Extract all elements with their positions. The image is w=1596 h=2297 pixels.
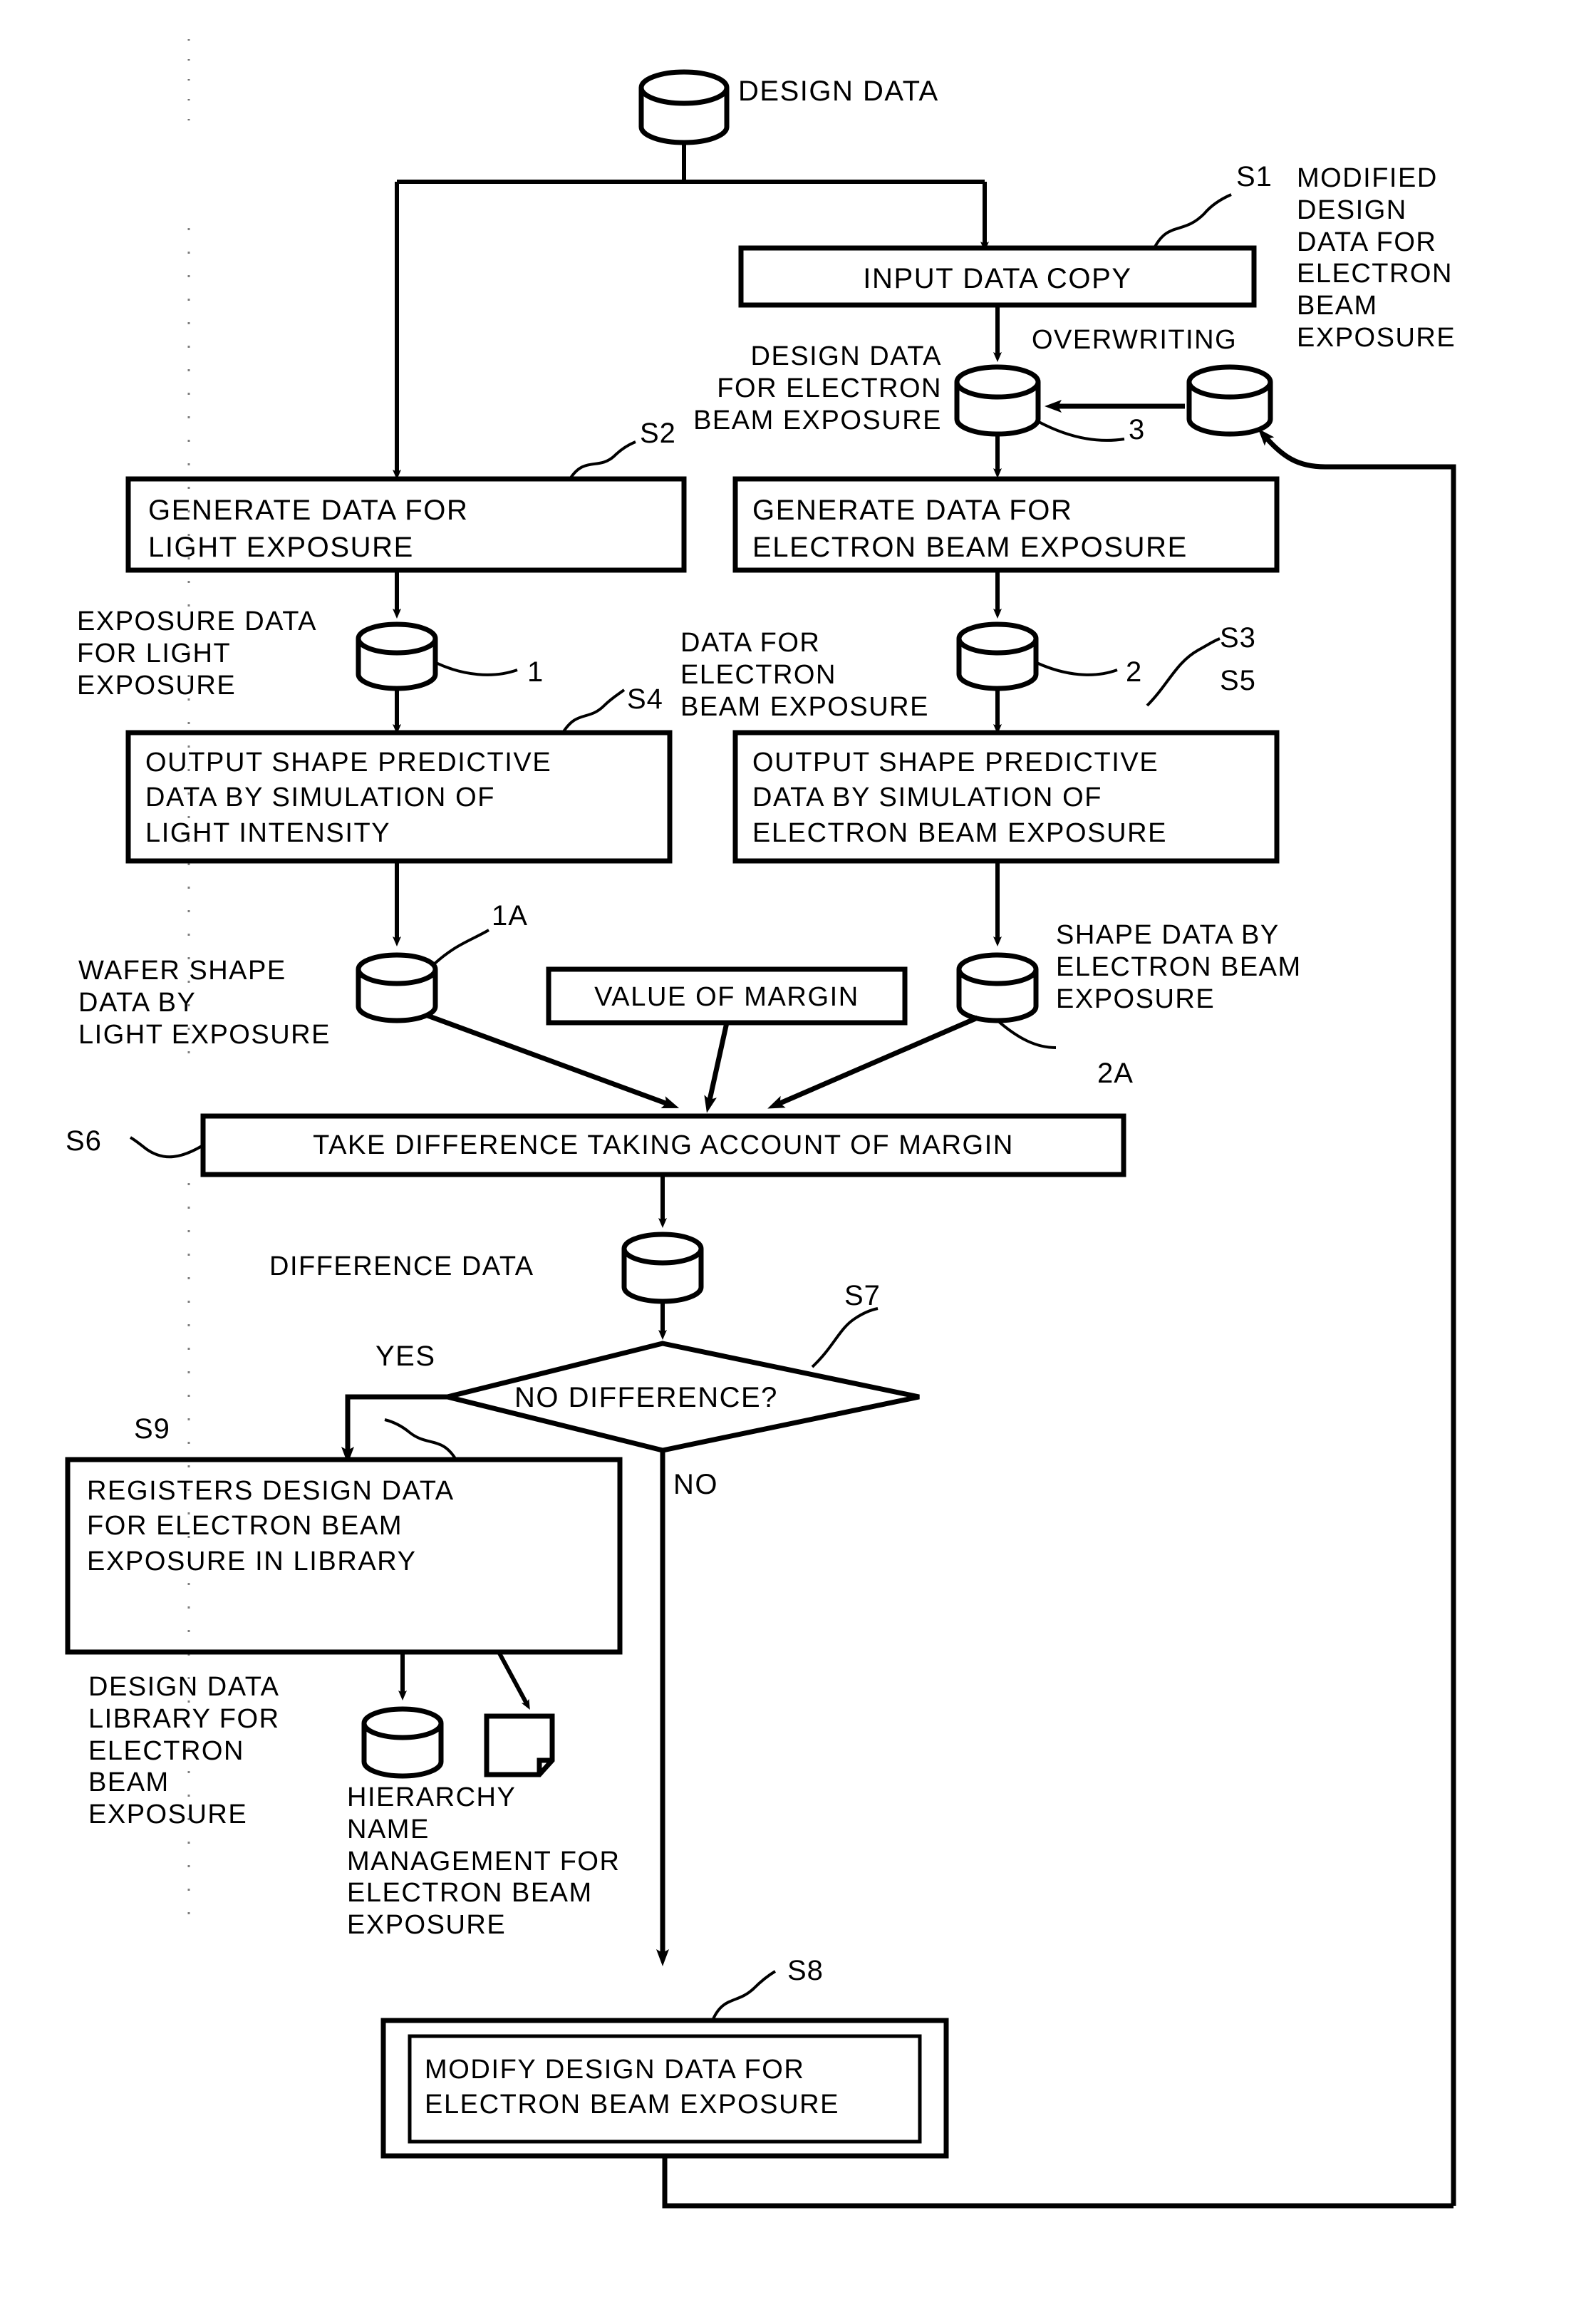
branch-label-no: NO — [673, 1469, 718, 1500]
item-ref-1: 1 — [527, 656, 544, 688]
design-data-eb-cylinder — [954, 364, 1041, 437]
step-ref-s2: S2 — [640, 418, 676, 449]
branch-label-yes: YES — [375, 1341, 436, 1372]
modified-design-data-cylinder — [1186, 364, 1273, 437]
step-ref-s3: S3 — [1220, 622, 1256, 654]
difference-data-label: DIFFERENCE DATA — [269, 1251, 534, 1281]
wafer-shape-light-cylinder — [356, 952, 438, 1023]
registers-design-data-label: REGISTERS DESIGN DATA FOR ELECTRON BEAM … — [87, 1476, 455, 1576]
value-of-margin-label: VALUE OF MARGIN — [594, 982, 859, 1012]
modify-design-data-label: MODIFY DESIGN DATA FOR ELECTRON BEAM EXP… — [425, 2055, 840, 2120]
wafer-shape-light-label: WAFER SHAPE DATA BY LIGHT EXPOSURE — [78, 956, 331, 1050]
difference-data-cylinder — [621, 1232, 704, 1304]
design-data-library-label: DESIGN DATA LIBRARY FOR ELECTRON BEAM EX… — [88, 1672, 280, 1830]
modified-design-data-label: MODIFIED DESIGN DATA FOR ELECTRON BEAM E… — [1297, 163, 1456, 353]
take-difference-label: TAKE DIFFERENCE TAKING ACCOUNT OF MARGIN — [313, 1130, 1014, 1160]
item-ref-1a: 1A — [492, 900, 528, 931]
step-ref-s7: S7 — [844, 1280, 881, 1311]
item-ref-2a: 2A — [1097, 1058, 1134, 1089]
output-shape-light-label: OUTPUT SHAPE PREDICTIVE DATA BY SIMULATI… — [145, 748, 552, 848]
exposure-data-light-label: EXPOSURE DATA FOR LIGHT EXPOSURE — [77, 606, 317, 701]
step-ref-s1: S1 — [1236, 161, 1273, 192]
design-data-library-cylinder — [361, 1706, 444, 1779]
step-ref-s5: S5 — [1220, 665, 1256, 696]
shape-data-eb-cylinder — [956, 952, 1039, 1023]
input-data-copy-label: INPUT DATA COPY — [863, 263, 1132, 294]
item-ref-3: 3 — [1129, 414, 1146, 445]
item-ref-2: 2 — [1126, 656, 1143, 688]
step-ref-s9: S9 — [134, 1413, 170, 1445]
hierarchy-name-document-icon — [484, 1713, 555, 1777]
step-ref-s8: S8 — [787, 1955, 824, 1986]
design-data-cylinder — [638, 69, 730, 145]
overwriting-label: OVERWRITING — [1032, 325, 1238, 355]
shape-data-eb-label: SHAPE DATA BY ELECTRON BEAM EXPOSURE — [1056, 920, 1302, 1014]
step-ref-s6: S6 — [66, 1125, 102, 1157]
generate-eb-label: GENERATE DATA FOR ELECTRON BEAM EXPOSURE — [752, 495, 1188, 563]
design-data-store-label: DESIGN DATA — [738, 76, 939, 107]
data-for-eb-cylinder — [956, 621, 1039, 691]
patent-figure-page: DESIGN DATA S1 MODIFIED DESIGN DATA FOR … — [0, 0, 1596, 2297]
generate-light-label: GENERATE DATA FOR LIGHT EXPOSURE — [148, 495, 469, 563]
step-ref-s4: S4 — [627, 683, 663, 715]
design-data-eb-label: DESIGN DATA FOR ELECTRON BEAM EXPOSURE — [693, 341, 942, 435]
data-for-eb-label: DATA FOR ELECTRON BEAM EXPOSURE — [680, 628, 929, 722]
output-shape-eb-label: OUTPUT SHAPE PREDICTIVE DATA BY SIMULATI… — [752, 748, 1168, 848]
exposure-data-light-cylinder — [356, 621, 438, 691]
hierarchy-name-label: HIERARCHY NAME MANAGEMENT FOR ELECTRON B… — [347, 1782, 621, 1941]
no-difference-label: NO DIFFERENCE? — [514, 1382, 778, 1413]
